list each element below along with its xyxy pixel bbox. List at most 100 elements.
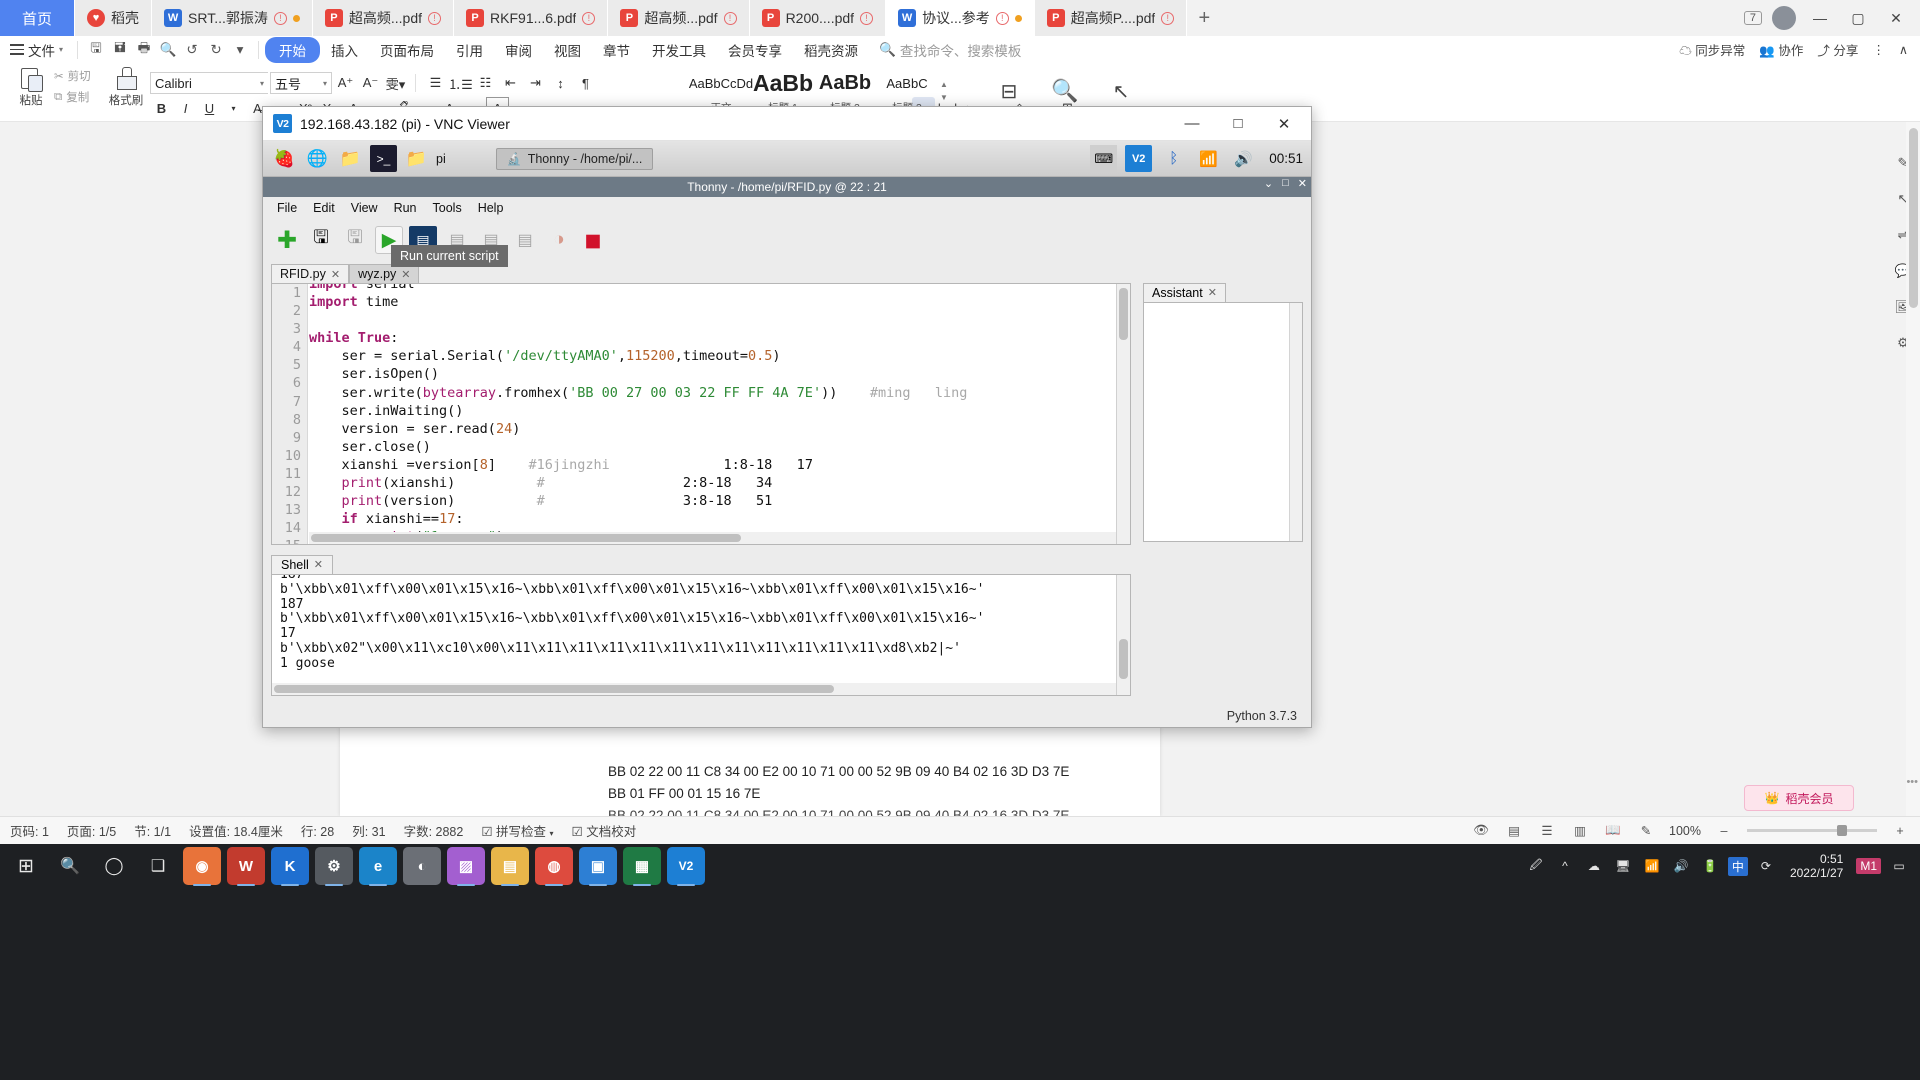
print-preview-icon[interactable]: 🔍 [156, 39, 180, 61]
keyboard-icon[interactable]: ⌨ [1090, 145, 1118, 172]
network-icon[interactable]: 📶 [1641, 855, 1663, 877]
decrease-indent-button[interactable]: ⇤ [499, 72, 522, 94]
tab-srt-doc[interactable]: W SRT...郭振涛 ! [152, 0, 313, 36]
underline-button[interactable]: U [198, 97, 221, 119]
code-text[interactable]: import serial import time while True: ser… [309, 284, 1116, 535]
menu-run[interactable]: Run [386, 199, 425, 217]
new-file-icon[interactable]: ✚ [273, 226, 301, 254]
reading-view-icon[interactable]: 📖 [1603, 821, 1623, 841]
globe-icon[interactable]: 🌐 [304, 145, 331, 172]
font-size-input[interactable]: 五号 ▾ [270, 72, 332, 94]
taskbar-app-excel[interactable]: ▦ [620, 844, 664, 888]
quick-access-more-icon[interactable]: ▾ [228, 39, 252, 61]
increase-font-size-button[interactable]: A⁺ [334, 72, 357, 94]
save-file-icon[interactable]: 🖫 [341, 226, 369, 254]
m1-badge[interactable]: M1 [1856, 858, 1881, 874]
code-editor[interactable]: 1 2 3 4 5 6 7 8 9 10 11 12 13 14 15 impo… [271, 283, 1131, 545]
page-view-icon[interactable]: ▤ [1504, 821, 1524, 841]
tab-pdf-4[interactable]: P R200....pdf ! [749, 0, 887, 36]
notification-icon[interactable]: ▭ [1888, 855, 1910, 877]
zoom-in-button[interactable]: + [1890, 821, 1910, 841]
wifi-icon[interactable]: 📶 [1195, 145, 1222, 172]
taskbar-app-gray[interactable]: ◐ [400, 844, 444, 888]
step-out-icon[interactable]: ▤ [511, 226, 539, 254]
document-formatting-button[interactable]: ⊟ [990, 72, 1028, 110]
tab-daoke[interactable]: ♥ 稻壳 [75, 0, 153, 36]
task-view-icon[interactable]: ❑ [136, 844, 180, 888]
tab-count-badge[interactable]: 7 [1743, 11, 1762, 25]
thonny-minimize-button[interactable]: ⌄ [1264, 177, 1273, 190]
resume-icon[interactable]: ◑ [545, 226, 573, 254]
taskbar-clock[interactable]: 0:51 2022/1/27 [1784, 852, 1849, 880]
print-icon[interactable]: 🖶 [132, 39, 156, 61]
outline-view-icon[interactable]: ☰ [1537, 821, 1557, 841]
vnc-server-icon[interactable]: V2 [1125, 145, 1153, 172]
editor-tab-rfid[interactable]: RFID.py ✕ [271, 264, 350, 283]
thonny-close-button[interactable]: ✕ [1298, 177, 1307, 190]
font-name-input[interactable]: Calibri ▾ [150, 72, 268, 94]
assistant-tab[interactable]: Assistant ✕ [1143, 283, 1226, 302]
select-button[interactable]: ↖ [1102, 72, 1140, 110]
vnc-title-bar[interactable]: V2 192.168.43.182 (pi) - VNC Viewer — □ … [263, 107, 1311, 141]
chevron-up-icon[interactable]: ^ [1554, 855, 1576, 877]
raspberry-menu-icon[interactable]: 🍓 [271, 145, 298, 172]
sort-button[interactable]: ↕ [549, 72, 572, 94]
decrease-font-size-button[interactable]: A⁻ [359, 72, 382, 94]
eye-icon[interactable]: 👁 [1471, 821, 1491, 841]
monitor-icon[interactable]: 🖥 [1612, 855, 1634, 877]
ribbon-tab-member[interactable]: 会员专享 [717, 38, 793, 62]
redo-icon[interactable]: ↻ [204, 39, 228, 61]
status-spellcheck-button[interactable]: ☑ 拼写检查 ▾ [481, 821, 553, 840]
close-icon[interactable]: ✕ [331, 268, 340, 281]
format-painter-button[interactable]: 格式刷 [104, 66, 148, 108]
zoom-level-label[interactable]: 100% [1669, 824, 1701, 838]
save-as-icon[interactable]: 🖬 [108, 39, 132, 61]
taskbar-app-vncviewer[interactable]: V2 [664, 844, 708, 888]
taskbar-app-wps-writer[interactable]: W [224, 844, 268, 888]
close-icon[interactable]: ✕ [401, 268, 410, 281]
new-tab-button[interactable]: + [1187, 0, 1222, 36]
volume-icon[interactable]: 🔊 [1670, 855, 1692, 877]
pen-icon[interactable]: 🖉 [1525, 855, 1547, 877]
terminal-icon[interactable]: >_ [370, 145, 397, 172]
ribbon-tab-start[interactable]: 开始 [265, 36, 321, 63]
ribbon-tab-insert[interactable]: 插入 [320, 38, 369, 62]
ribbon-tab-references[interactable]: 引用 [445, 38, 494, 62]
zoom-slider[interactable] [1747, 825, 1877, 836]
windows-start-icon[interactable]: ⊞ [4, 844, 48, 888]
menu-view[interactable]: View [343, 199, 386, 217]
tab-pdf-5[interactable]: P 超高频P....pdf ! [1034, 0, 1188, 36]
vnc-minimize-button[interactable]: — [1169, 107, 1215, 140]
ribbon-tab-review[interactable]: 审阅 [494, 38, 543, 62]
bullet-list-button[interactable]: ☰ [424, 72, 447, 94]
tab-home[interactable]: 首页 [0, 0, 76, 36]
sync-icon[interactable]: ⟳ [1755, 855, 1777, 877]
taskbar-app-edge[interactable]: e [356, 844, 400, 888]
ribbon-tab-section[interactable]: 章节 [592, 38, 641, 62]
tab-pdf-1[interactable]: P 超高频...pdf ! [312, 0, 455, 36]
ribbon-tab-view[interactable]: 视图 [543, 38, 592, 62]
taskbar-app-settings[interactable]: ⚙ [312, 844, 356, 888]
numbered-list-button[interactable]: ⒈☰ [448, 72, 473, 94]
ime-indicator[interactable]: 中 [1727, 856, 1748, 876]
page-more-icon[interactable]: ••• [1906, 776, 1918, 788]
daoke-member-badge[interactable]: 👑 稻壳会员 [1744, 785, 1854, 811]
tab-pdf-2[interactable]: P RKF91...6.pdf ! [454, 0, 609, 36]
collapse-ribbon-button[interactable]: ∧ [1899, 42, 1908, 57]
file-menu-button[interactable]: 文件 ▾ [0, 40, 71, 60]
shell-tab[interactable]: Shell ✕ [271, 555, 334, 574]
menu-tools[interactable]: Tools [425, 199, 470, 217]
taskbar-app-blue[interactable]: ▣ [576, 844, 620, 888]
collaborate-button[interactable]: 👥 协作 [1759, 40, 1803, 59]
taskbar-app-kingsoft[interactable]: K [268, 844, 312, 888]
pi-taskbar-thonny-item[interactable]: 🔬 Thonny - /home/pi/... [495, 147, 654, 170]
show-marks-button[interactable]: ¶ [574, 72, 597, 94]
editor-vertical-scrollbar[interactable] [1116, 284, 1130, 544]
folder-icon[interactable]: 📁 [403, 145, 430, 172]
vnc-viewer-window[interactable]: V2 192.168.43.182 (pi) - VNC Viewer — □ … [262, 106, 1312, 728]
multilevel-list-button[interactable]: ☷ [474, 72, 497, 94]
taskbar-app-colorful[interactable]: ▨ [444, 844, 488, 888]
copy-button[interactable]: ⧉ 复制 [54, 89, 89, 105]
taskbar-app-chrome[interactable]: ◍ [532, 844, 576, 888]
zoom-out-button[interactable]: – [1714, 821, 1734, 841]
